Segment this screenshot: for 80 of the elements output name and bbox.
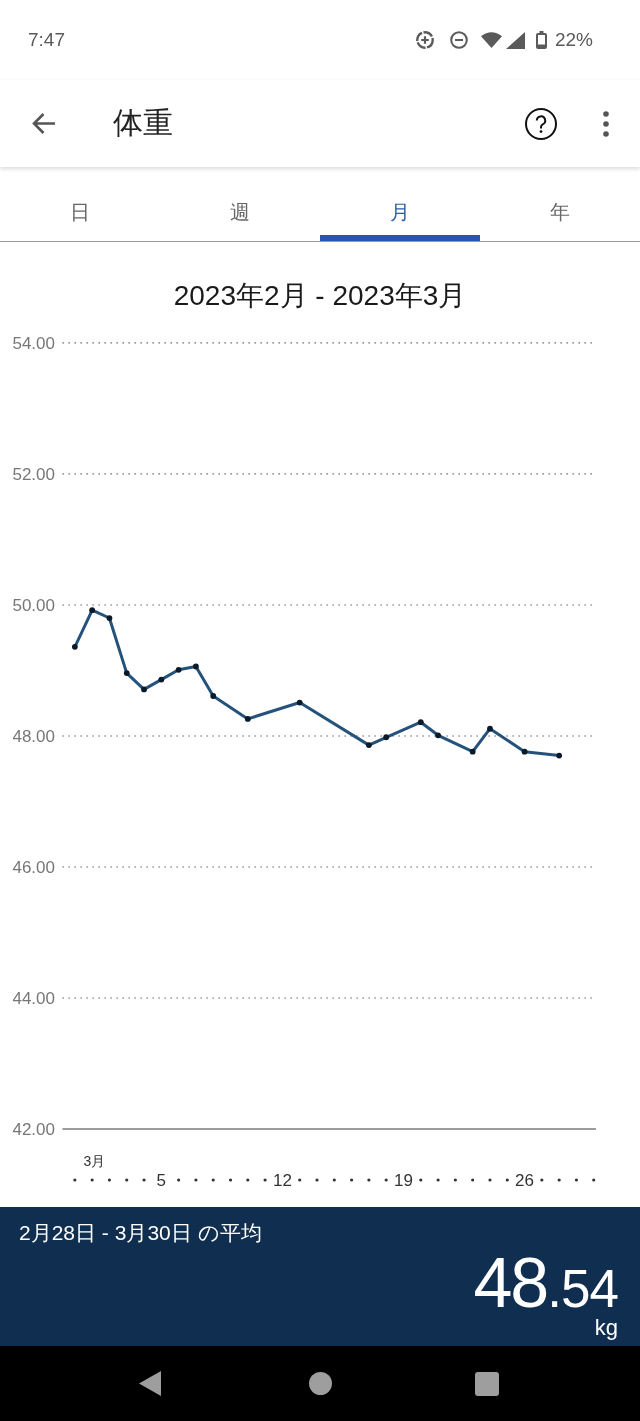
tick-mark [453,1178,457,1182]
data-point [487,725,493,732]
average-label: 2月28日 - 3月30日 の平均 [19,1221,262,1245]
triangle-back-icon [139,1371,161,1396]
tick-mark [73,1178,77,1182]
data-point [383,734,390,741]
y-axis-label: 50.00 [12,595,55,615]
tab[interactable]: 日 [0,167,160,241]
data-point [366,742,372,748]
tick-mark [177,1178,181,1182]
tick-mark [436,1178,440,1182]
tick-mark [471,1178,475,1182]
tick-mark [540,1178,544,1182]
y-axis-label: 46.00 [12,857,55,877]
tick-mark [332,1178,336,1182]
tick-mark [228,1178,233,1182]
data-point [417,719,424,726]
more-options-icon [603,110,609,137]
tick-mark [367,1178,371,1182]
y-axis-label: 48.00 [12,726,55,746]
data-point [521,748,528,755]
x-axis-label: 26 [515,1171,535,1190]
page-title: 体重 [113,105,173,141]
data-point [71,643,78,650]
y-axis-label: 42.00 [12,1120,55,1139]
tab[interactable]: 週 [160,167,320,241]
home-circle-icon [308,1372,332,1395]
data-point [158,676,165,683]
average-value: 48.54 [473,1249,618,1317]
data-point [123,670,130,676]
chart-title: 2023年2月 - 2023年3月 [172,279,468,313]
tick-mark [384,1178,388,1182]
tick-mark [488,1178,492,1182]
data-point [193,663,199,670]
data-point [210,693,217,699]
tick-mark [350,1178,354,1182]
status-time: 7:47 [28,29,65,51]
data-point [244,716,251,722]
x-axis-label: 19 [394,1171,413,1190]
tick-mark [107,1178,112,1182]
data-point [296,699,303,706]
recents-square-icon [475,1371,499,1396]
data-saver-icon [415,31,434,49]
tick-mark [125,1178,129,1182]
tick-mark [592,1178,596,1182]
help-icon [525,107,557,140]
y-axis-label: 54.00 [12,333,55,353]
data-point [469,748,476,755]
month-label: 3月 [83,1153,106,1169]
do-not-disturb-icon [449,31,468,49]
x-axis-label: 5 [156,1171,167,1190]
tick-mark [557,1178,561,1182]
data-point [89,607,96,614]
tick-mark [315,1178,319,1182]
tick-mark [246,1178,250,1182]
data-point [106,615,113,621]
unit-label: kg [594,1317,618,1339]
tick-mark [505,1178,509,1182]
y-axis-label: 44.00 [12,989,55,1008]
tick-mark [298,1178,302,1182]
battery-icon [535,31,547,49]
tick-mark [263,1178,267,1182]
tick-mark [194,1178,198,1182]
data-point [556,752,563,759]
signal-icon [505,31,525,49]
tick-mark [419,1178,423,1182]
tick-mark [90,1178,94,1182]
battery-percent: 22% [554,29,593,51]
tab[interactable]: 年 [480,167,640,241]
back-arrow-icon [31,111,56,136]
wifi-icon [480,32,502,48]
x-axis-label: 12 [272,1171,292,1190]
y-axis-label: 52.00 [12,464,55,484]
data-point [435,732,441,739]
tick-mark [211,1178,215,1182]
tab[interactable]: 月 [320,167,480,241]
data-point [175,666,182,673]
tick-mark [574,1178,579,1182]
data-point [141,686,147,693]
tick-mark [142,1178,146,1182]
